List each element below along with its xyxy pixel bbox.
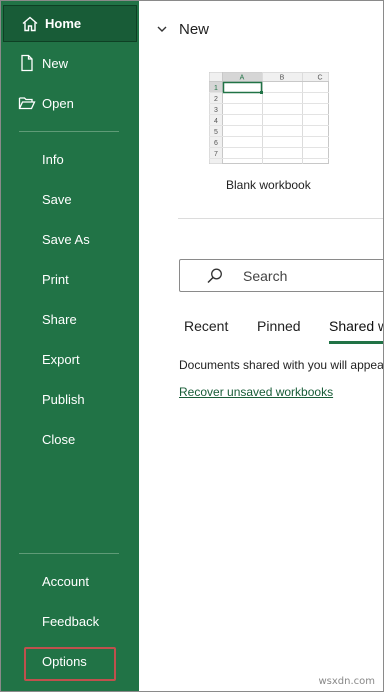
sidebar-item-print[interactable]: Print bbox=[1, 261, 139, 297]
sidebar-item-label: New bbox=[42, 55, 69, 71]
excel-backstage-window: Home New Open Info Save Save As Print Sh… bbox=[0, 0, 384, 692]
sidebar-item-label: Feedback bbox=[42, 613, 100, 629]
sidebar-item-label: Print bbox=[42, 271, 69, 287]
watermark: wsxdn.com bbox=[318, 676, 375, 687]
shared-empty-message: Documents shared with you will appear he… bbox=[179, 358, 384, 372]
row-header: 7 bbox=[214, 151, 218, 158]
blank-workbook-thumbnail[interactable]: A B C 1 2 3 4 5 6 7 bbox=[209, 72, 329, 164]
sidebar-item-export[interactable]: Export bbox=[1, 341, 139, 377]
backstage-sidebar: Home New Open Info Save Save As Print Sh… bbox=[1, 1, 139, 691]
sidebar-divider bbox=[19, 131, 119, 132]
sidebar-item-publish[interactable]: Publish bbox=[1, 381, 139, 417]
column-header: A bbox=[240, 75, 245, 82]
sidebar-item-label: Home bbox=[45, 16, 82, 31]
column-header: B bbox=[280, 75, 285, 82]
home-icon bbox=[18, 14, 42, 34]
row-header: 2 bbox=[214, 96, 218, 103]
sidebar-item-new[interactable]: New bbox=[1, 45, 139, 81]
sidebar-item-close[interactable]: Close bbox=[1, 421, 139, 457]
tab-shared-with-me[interactable]: Shared with Me bbox=[329, 318, 383, 334]
sidebar-item-label: Publish bbox=[42, 391, 85, 407]
sidebar-item-label: Info bbox=[42, 151, 64, 167]
recover-unsaved-workbooks-link[interactable]: Recover unsaved workbooks bbox=[179, 385, 333, 399]
tab-pinned[interactable]: Pinned bbox=[257, 318, 301, 334]
section-divider bbox=[178, 218, 383, 219]
sidebar-item-save[interactable]: Save bbox=[1, 181, 139, 217]
row-header: 5 bbox=[214, 129, 218, 136]
row-header: 1 bbox=[214, 85, 218, 92]
sidebar-item-save-as[interactable]: Save As bbox=[1, 221, 139, 257]
sidebar-item-label: Save As bbox=[42, 231, 90, 247]
chevron-down-icon[interactable] bbox=[156, 23, 168, 35]
new-document-icon bbox=[15, 53, 39, 73]
column-header: C bbox=[317, 75, 322, 82]
folder-open-icon bbox=[15, 93, 39, 113]
sidebar-item-label: Share bbox=[42, 311, 77, 327]
search-placeholder: Search bbox=[243, 268, 288, 284]
sidebar-item-label: Save bbox=[42, 191, 72, 207]
sidebar-item-feedback[interactable]: Feedback bbox=[1, 603, 139, 639]
sidebar-item-account[interactable]: Account bbox=[1, 563, 139, 599]
sidebar-item-label: Close bbox=[42, 431, 76, 447]
sidebar-item-home[interactable]: Home bbox=[3, 5, 137, 42]
sidebar-item-label: Account bbox=[42, 573, 89, 589]
tab-recent[interactable]: Recent bbox=[184, 318, 228, 334]
section-title: New bbox=[179, 21, 210, 38]
search-icon bbox=[207, 268, 222, 284]
template-caption[interactable]: Blank workbook bbox=[226, 178, 311, 192]
sidebar-item-label: Export bbox=[42, 351, 80, 367]
options-highlight-box bbox=[24, 647, 116, 681]
row-header: 4 bbox=[214, 118, 218, 125]
active-tab-indicator bbox=[329, 341, 383, 344]
sidebar-item-share[interactable]: Share bbox=[1, 301, 139, 337]
row-header: 3 bbox=[214, 107, 218, 114]
sidebar-divider bbox=[19, 553, 119, 554]
search-input[interactable]: Search bbox=[179, 259, 383, 292]
sidebar-item-info[interactable]: Info bbox=[1, 141, 139, 177]
backstage-main: New A B C 1 2 3 4 5 6 7 Blank workbook S… bbox=[139, 1, 383, 691]
sidebar-item-open[interactable]: Open bbox=[1, 85, 139, 121]
row-header: 6 bbox=[214, 140, 218, 147]
sidebar-item-label: Open bbox=[42, 95, 74, 111]
